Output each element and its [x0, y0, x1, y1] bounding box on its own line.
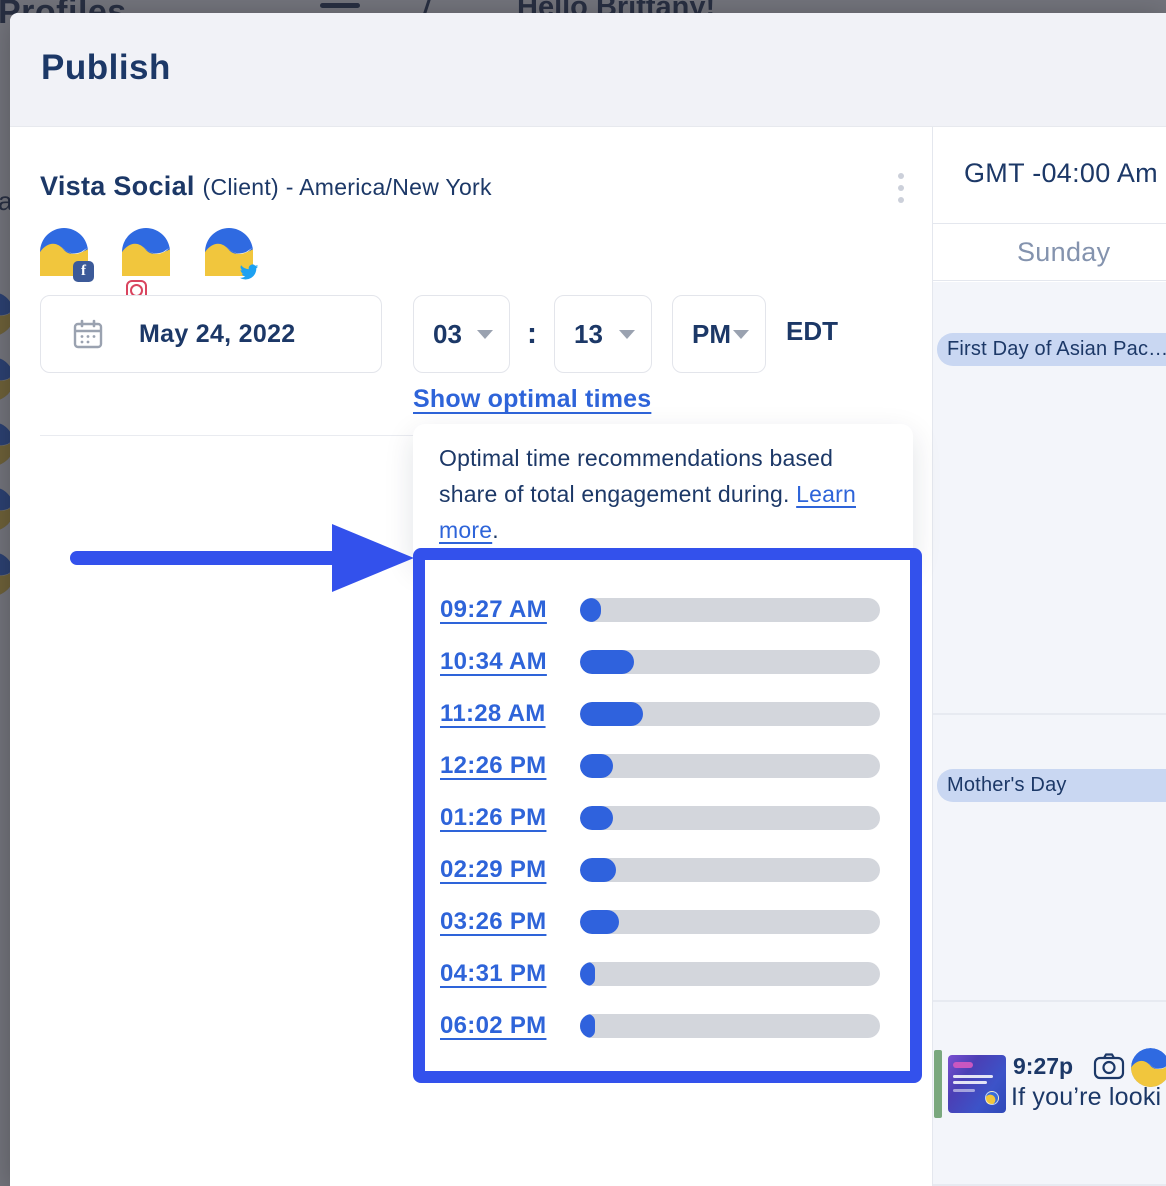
- engagement-bar-fill: [580, 858, 616, 882]
- facebook-badge-icon: f: [73, 261, 94, 282]
- engagement-bar-track: [580, 1014, 880, 1038]
- calendar-timezone-header: GMT -04:00 Am: [933, 127, 1166, 224]
- meridiem-value: PM: [692, 319, 731, 350]
- engagement-bar-track: [580, 806, 880, 830]
- optimal-time-row: 11:28 AM: [425, 688, 910, 740]
- optimal-time-row: 10:34 AM: [425, 636, 910, 688]
- post-profile-avatar: [1131, 1048, 1166, 1087]
- date-value: May 24, 2022: [139, 320, 296, 349]
- engagement-bar-track: [580, 650, 880, 674]
- meridiem-select[interactable]: PM: [672, 295, 766, 373]
- profile-group-title: Vista Social (Client) - America/New York: [40, 171, 492, 202]
- annotation-arrow-icon: [332, 524, 414, 592]
- timezone-label: EDT: [786, 316, 838, 347]
- engagement-bar-fill: [580, 1014, 595, 1038]
- engagement-bar-track: [580, 962, 880, 986]
- profile-group-name: Vista Social: [40, 171, 195, 201]
- optimal-time-link[interactable]: 06:02 PM: [440, 1012, 580, 1040]
- optimal-time-link[interactable]: 10:34 AM: [440, 648, 580, 676]
- optimal-time-row: 02:29 PM: [425, 844, 910, 896]
- minute-value: 13: [574, 319, 603, 350]
- optimal-time-link[interactable]: 12:26 PM: [440, 752, 580, 780]
- optimal-time-link[interactable]: 11:28 AM: [440, 700, 580, 728]
- timezone-header-text: GMT -04:00 Am: [964, 158, 1158, 189]
- post-snippet: If you’re looki: [1011, 1083, 1161, 1112]
- date-picker[interactable]: May 24, 2022: [40, 295, 382, 373]
- optimal-time-row: 04:31 PM: [425, 948, 910, 1000]
- engagement-bar-track: [580, 598, 880, 622]
- chevron-down-icon: [477, 330, 493, 339]
- engagement-bar-fill: [580, 910, 619, 934]
- post-status-bar: [934, 1050, 942, 1118]
- hour-value: 03: [433, 319, 462, 350]
- optimal-time-link[interactable]: 01:26 PM: [440, 804, 580, 832]
- day-header-text: Sunday: [1017, 237, 1110, 268]
- calendar-cell[interactable]: 9:27p If you’re looki: [933, 1002, 1166, 1186]
- account-avatar-twitter[interactable]: [205, 228, 255, 278]
- optimal-times-panel: 09:27 AM 10:34 AM 11:28 AM 12:26 PM 01:26 PM…: [413, 548, 922, 1083]
- calendar-cell[interactable]: Mother's Day: [933, 715, 1166, 1002]
- profile-avatar: [122, 228, 170, 276]
- calendar-cell[interactable]: First Day of Asian Pac…: [933, 282, 1166, 715]
- account-avatar-instagram[interactable]: [122, 228, 172, 278]
- engagement-bar-fill: [580, 806, 613, 830]
- tooltip-text: Optimal time recommendations based share…: [439, 440, 867, 548]
- engagement-bar-fill: [580, 598, 601, 622]
- engagement-bar-track: [580, 910, 880, 934]
- optimal-times-list: 09:27 AM 10:34 AM 11:28 AM 12:26 PM 01:26 PM…: [425, 584, 910, 1052]
- minute-select[interactable]: 13: [554, 295, 652, 373]
- hour-select[interactable]: 03: [413, 295, 510, 373]
- show-optimal-times-link[interactable]: Show optimal times: [413, 385, 651, 414]
- calendar-panel: GMT -04:00 Am Sunday First Day of Asian …: [932, 127, 1166, 1186]
- optimal-time-link[interactable]: 04:31 PM: [440, 960, 580, 988]
- optimal-time-link[interactable]: 03:26 PM: [440, 908, 580, 936]
- optimal-time-row: 06:02 PM: [425, 1000, 910, 1052]
- post-time: 9:27p: [1013, 1053, 1073, 1080]
- annotation-arrow-shaft: [70, 551, 340, 565]
- calendar-day-header: Sunday: [933, 225, 1166, 281]
- optimal-time-row: 09:27 AM: [425, 584, 910, 636]
- modal-title: Publish: [41, 48, 171, 88]
- account-avatar-facebook[interactable]: f: [40, 228, 90, 278]
- optimal-time-row: 12:26 PM: [425, 740, 910, 792]
- optimal-time-link[interactable]: 02:29 PM: [440, 856, 580, 884]
- scheduled-post-card[interactable]: 9:27p If you’re looki: [933, 1050, 1166, 1128]
- post-thumbnail: [948, 1055, 1006, 1113]
- twitter-badge-icon: [238, 261, 259, 282]
- engagement-bar-fill: [580, 702, 643, 726]
- engagement-bar-fill: [580, 754, 613, 778]
- engagement-bar-fill: [580, 650, 634, 674]
- modal-header: Publish: [10, 13, 1166, 127]
- engagement-bar-fill: [580, 962, 595, 986]
- calendar-event[interactable]: Mother's Day: [937, 769, 1166, 802]
- optimal-time-link[interactable]: 09:27 AM: [440, 596, 580, 624]
- optimal-times-tooltip: Optimal time recommendations based share…: [413, 424, 913, 561]
- optimal-time-row: 03:26 PM: [425, 896, 910, 948]
- publish-modal: Publish Vista Social (Client) - America/…: [10, 13, 1166, 1186]
- calendar-cells: First Day of Asian Pac… Mother's Day 9:2…: [933, 282, 1166, 1186]
- calendar-event[interactable]: First Day of Asian Pac…: [937, 333, 1166, 366]
- engagement-bar-track: [580, 858, 880, 882]
- engagement-bar-track: [580, 754, 880, 778]
- profile-group-timezone: (Client) - America/New York: [203, 174, 492, 200]
- optimal-time-row: 01:26 PM: [425, 792, 910, 844]
- time-colon: :: [527, 309, 537, 359]
- chevron-down-icon: [619, 330, 635, 339]
- section-divider: [40, 435, 420, 436]
- calendar-icon: [73, 319, 103, 349]
- kebab-menu-icon[interactable]: [892, 173, 910, 213]
- chevron-down-icon: [733, 330, 749, 339]
- engagement-bar-track: [580, 702, 880, 726]
- camera-icon: [1093, 1052, 1125, 1080]
